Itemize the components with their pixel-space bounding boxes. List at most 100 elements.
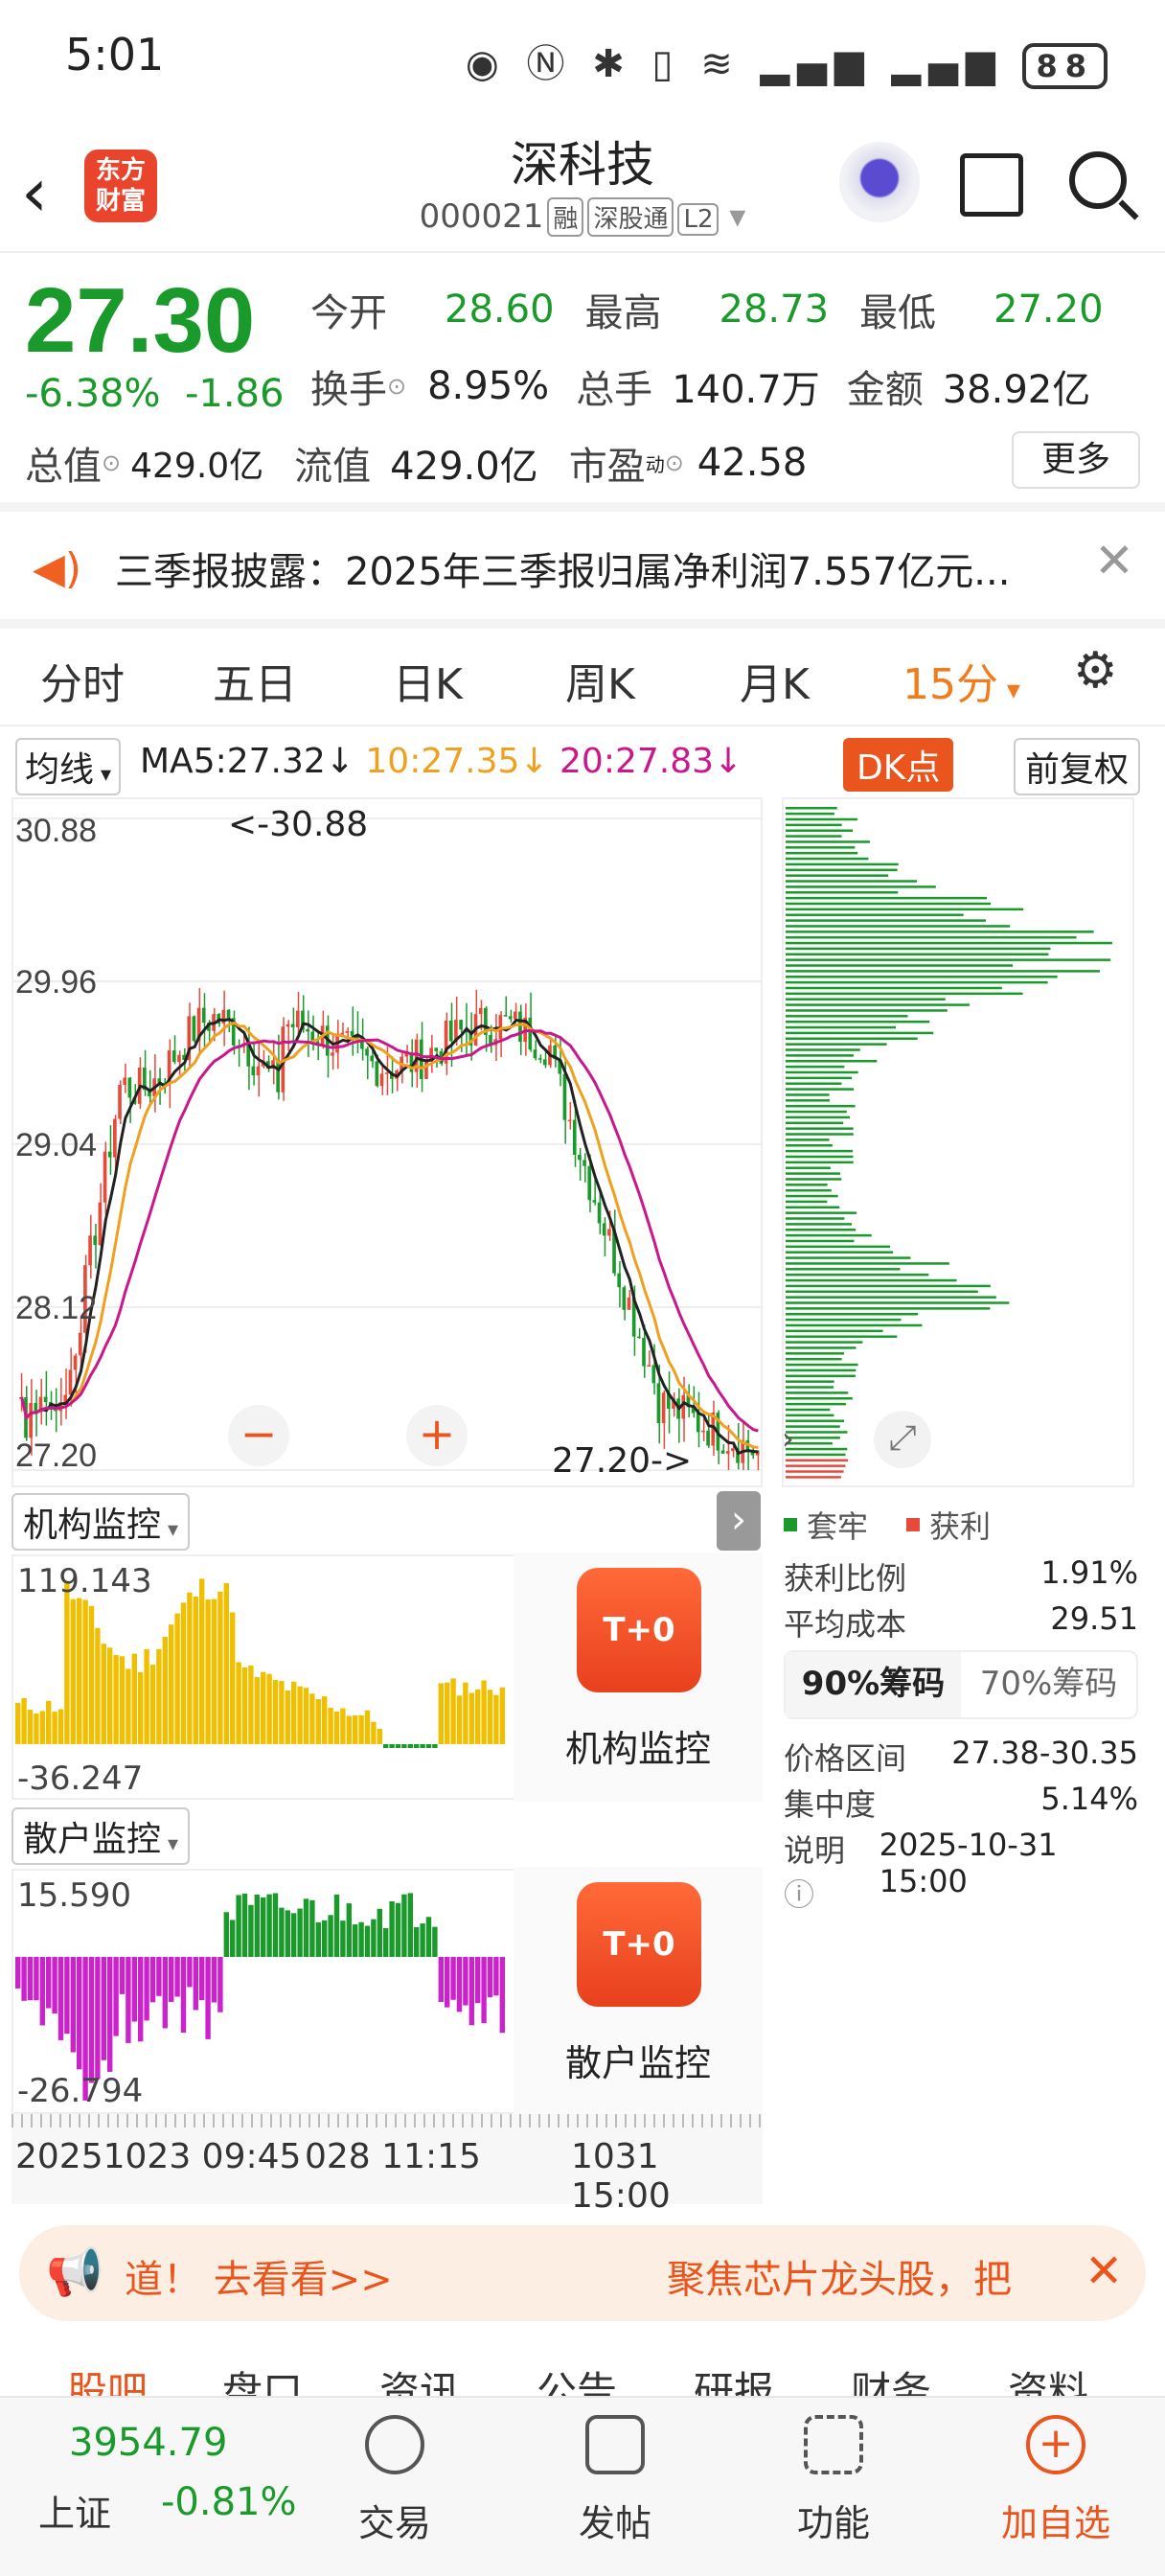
tab-forum[interactable]: 股吧: [67, 2359, 148, 2400]
chip-legend: 套牢 获利: [784, 1503, 991, 1547]
more-button[interactable]: 更多: [1012, 431, 1140, 489]
tab-news[interactable]: 资讯: [379, 2359, 460, 2400]
chevron-right-icon[interactable]: ›: [717, 1491, 761, 1551]
inst-bar: [230, 1612, 236, 1744]
inst-monitor-card[interactable]: T+0 机构监控: [514, 1552, 763, 1802]
share-icon[interactable]: [960, 153, 1023, 217]
chip-bar: [786, 1070, 858, 1074]
chip-bar: [786, 919, 986, 922]
tab-profile[interactable]: 资料: [1008, 2359, 1088, 2400]
chip-bar: [786, 1470, 844, 1473]
retail-bar: [77, 1957, 82, 2070]
index-change[interactable]: -0.81%: [161, 2480, 297, 2524]
chip-bar: [786, 1251, 894, 1254]
time-axis[interactable]: 20251023 09:45 028 11:15 1031 15:00: [11, 2114, 763, 2216]
retail-monitor-card[interactable]: T+0 散户监控: [514, 1867, 763, 2116]
expand-icon[interactable]: ⤢: [874, 1411, 931, 1468]
retail-bar: [285, 1910, 290, 1957]
chip-bar: [786, 976, 1058, 978]
tab-research[interactable]: 研报: [694, 2359, 774, 2400]
nav-add-watchlist[interactable]: + 加自选: [989, 2415, 1123, 2546]
inst-bar: [463, 1682, 468, 1744]
inst-monitor-selector[interactable]: 机构监控 ▾: [11, 1493, 191, 1551]
tab-announcements[interactable]: 公告: [537, 2359, 617, 2400]
chip-bar: [786, 1233, 872, 1237]
retail-bar: [95, 1957, 101, 2080]
news-ticker[interactable]: ◀) 三季报披露：2025年三季报归属净利润7.557亿元... ✕: [0, 512, 1165, 617]
candle-body: [731, 1448, 735, 1452]
tab-timeshare[interactable]: 分时: [40, 650, 125, 711]
tab-weekly-k[interactable]: 周K: [565, 650, 635, 711]
nav-trade[interactable]: 交易: [328, 2415, 462, 2546]
nfc-icon: Ⓝ: [526, 42, 573, 86]
tab-five-day[interactable]: 五日: [213, 650, 297, 711]
tab-70-chips[interactable]: 70%筹码: [961, 1652, 1136, 1717]
legend-profit: 获利: [929, 1508, 992, 1545]
tab-15min[interactable]: 15分 ▾: [902, 650, 1020, 711]
ma-selector[interactable]: 均线 ▾: [15, 738, 122, 795]
tab-orderbook[interactable]: 盘口: [222, 2359, 303, 2400]
banner-right-text[interactable]: 聚焦芯片龙头股，把: [667, 2248, 1012, 2304]
chevron-right-icon[interactable]: ›: [782, 1420, 794, 1457]
retail-monitor-selector[interactable]: 散户监控 ▾: [11, 1807, 191, 1865]
news-text[interactable]: 三季报披露：2025年三季报归属净利润7.557亿元...: [115, 540, 1010, 596]
index-name[interactable]: 上证: [38, 2484, 111, 2537]
dk-point-button[interactable]: DK点: [843, 738, 954, 792]
candle-body: [340, 1032, 345, 1035]
tab-90-chips[interactable]: 90%筹码: [786, 1652, 961, 1717]
banner-left-text[interactable]: 道！ 去看看>>: [125, 2248, 393, 2304]
retail-bar: [107, 1957, 113, 2072]
retail-bar: [371, 1919, 377, 1957]
inst-bar: [395, 1744, 401, 1748]
info-label: 集中度: [784, 1786, 877, 1823]
retail-bar: [266, 1894, 272, 1957]
retail-bar: [57, 1957, 64, 2040]
promo-banner[interactable]: 📢 道！ 去看看>> 聚焦芯片龙头股，把 ✕: [19, 2225, 1146, 2321]
chip-bar: [786, 862, 899, 866]
zoom-in-button[interactable]: +: [406, 1405, 468, 1466]
ai-assistant-icon[interactable]: [839, 142, 920, 222]
info-icon[interactable]: ⊙: [665, 449, 684, 476]
tab-monthly-k[interactable]: 月K: [740, 650, 810, 711]
chip-bar: [786, 1082, 842, 1085]
retail-bar: [328, 1915, 333, 1957]
candle-body: [256, 1066, 261, 1076]
candle-body: [127, 1077, 132, 1098]
gear-icon[interactable]: ⚙: [1073, 642, 1118, 700]
nav-functions[interactable]: 功能: [766, 2415, 901, 2546]
kline-chart[interactable]: 30.88 29.96 29.04 28.12 27.20 <-30.88 27.20-…: [11, 797, 763, 1487]
chip-bar: [786, 947, 1051, 951]
arrow-down-icon: ↓: [325, 742, 354, 781]
candle-body: [518, 1011, 522, 1043]
inst-bar: [57, 1709, 64, 1744]
chip-bar: [786, 1093, 830, 1096]
grid-icon: [804, 2415, 863, 2474]
tab-daily-k[interactable]: 日K: [393, 650, 463, 711]
info-icon[interactable]: ⓘ: [784, 1876, 814, 1913]
candle-body: [582, 1160, 586, 1166]
chevron-down-icon[interactable]: ▾: [719, 197, 745, 236]
inst-bar: [481, 1680, 487, 1744]
search-icon[interactable]: [1069, 151, 1127, 209]
chip-bar: [786, 902, 992, 906]
candle-body: [192, 1016, 196, 1042]
adjust-button[interactable]: 前复权: [1014, 738, 1141, 795]
tab-finance[interactable]: 财务: [851, 2359, 931, 2400]
info-icon[interactable]: ⊙: [387, 373, 406, 400]
index-value[interactable]: 3954.79: [69, 2421, 227, 2465]
inst-bar: [261, 1671, 266, 1744]
chip-bar: [786, 1402, 846, 1406]
nav-post[interactable]: 发帖: [548, 2415, 682, 2546]
candle-body: [448, 1020, 453, 1042]
close-icon[interactable]: ✕: [1094, 533, 1134, 588]
chip-bar: [786, 1284, 991, 1288]
header-divider: [0, 251, 1165, 253]
chip-bar: [786, 807, 837, 810]
ma-line: [20, 1018, 759, 1456]
tag-l2[interactable]: L2: [677, 203, 720, 236]
zoom-out-button[interactable]: −: [228, 1405, 289, 1466]
info-icon[interactable]: ⊙: [102, 449, 121, 476]
tag-connect: 深股通: [587, 197, 674, 237]
retail-bar: [333, 1894, 340, 1957]
close-icon[interactable]: ✕: [1085, 2244, 1123, 2298]
